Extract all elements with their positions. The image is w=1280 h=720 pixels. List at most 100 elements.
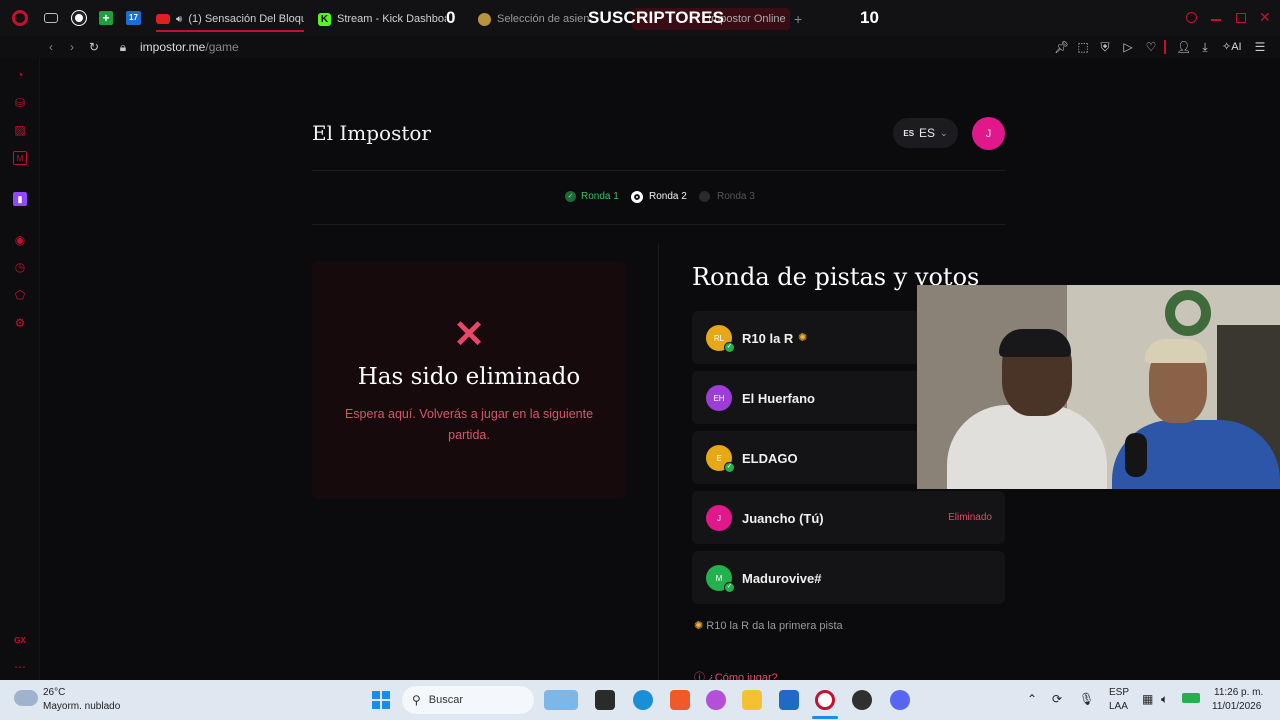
round-1-label: Ronda 1 [581, 191, 619, 202]
search-tabs-icon[interactable] [1186, 12, 1197, 23]
column-divider [658, 244, 659, 680]
language-selector[interactable]: ES ES ⌄ [893, 118, 958, 148]
player-name: Juancho (Tú) [742, 511, 824, 526]
obs-icon[interactable] [852, 690, 872, 710]
outlook-icon[interactable] [779, 690, 799, 710]
shield-icon[interactable]: ⛨ [1098, 40, 1112, 54]
taskbar-search[interactable]: ⚲ Buscar [402, 686, 534, 714]
tab-label: (1) Sensación Del Bloque [188, 13, 304, 25]
header-divider [312, 170, 1005, 171]
player-name: Madurovive# [742, 571, 822, 586]
microphone-icon[interactable]: 🎙︎ [1079, 692, 1094, 706]
edge-icon[interactable] [633, 690, 653, 710]
new-tab-button[interactable]: + [794, 11, 802, 27]
wifi-icon[interactable]: ▦ [1142, 692, 1153, 706]
eliminated-card: ✕ Has sido eliminado Espera aquí. Volver… [312, 262, 626, 498]
extensions-icon[interactable]: ⬠ [13, 288, 27, 302]
lang-line1[interactable]: ESP [1109, 687, 1129, 698]
tab-seats[interactable]: Selección de asientos [478, 8, 590, 30]
download-icon[interactable]: ⤓ [1198, 40, 1212, 54]
close-window-icon[interactable]: ✕ [1259, 9, 1271, 26]
menu-icon[interactable]: ☰ [1253, 40, 1267, 54]
tab-kick[interactable]: K Stream - Kick Dashboard [318, 8, 446, 30]
copilot-icon[interactable] [706, 690, 726, 710]
active-app-indicator [812, 716, 838, 719]
heart-icon[interactable]: ♡ [1144, 40, 1158, 54]
forward-icon[interactable]: › [65, 40, 79, 54]
task-view-icon[interactable] [595, 690, 615, 710]
first-clue-note: ✺ R10 la R da la primera pista [694, 619, 843, 632]
eliminated-x-icon: ✕ [453, 314, 485, 356]
file-explorer-icon[interactable] [742, 690, 762, 710]
user-avatar[interactable]: J [972, 117, 1005, 150]
verified-check-icon: ✓ [724, 342, 735, 353]
sun-icon: ✺ [694, 620, 704, 632]
webcam-person-left-body [947, 405, 1107, 489]
tab-label: Selección de asientos [497, 13, 590, 25]
ai-button[interactable]: ✧AI [1222, 40, 1242, 53]
twitch-icon[interactable]: ▮ [13, 192, 27, 206]
url-field[interactable]: impostor.me/game [140, 40, 239, 54]
lock-icon: 🔒︎ [119, 40, 127, 54]
tab-youtube[interactable]: 🔊︎ (1) Sensación Del Bloque [156, 8, 304, 30]
more-icon[interactable]: ⋯ [13, 660, 27, 674]
player-card-self[interactable]: J Juancho (Tú) Eliminado [692, 491, 1005, 544]
pinned-tab-plus-icon[interactable]: + [99, 11, 113, 25]
player-avatar: J [706, 505, 732, 531]
play-icon[interactable]: ▷ [1121, 40, 1135, 54]
game-controller-icon[interactable] [44, 13, 58, 23]
tray-app-icon[interactable]: ⟳ [1052, 692, 1062, 706]
pinned-tab-circle-icon[interactable] [72, 11, 86, 25]
reload-icon[interactable]: ↻ [87, 40, 101, 54]
browser-sidebar: ◔ ⛁ ▨ M ▮ ◉ ◷ ⬠ ⚙ GX ⋯ [0, 58, 40, 680]
battery-icon[interactable] [1182, 693, 1200, 703]
search-icon: ⚲ [412, 693, 421, 707]
search-placeholder: Buscar [428, 694, 464, 706]
player-icon[interactable]: ◉ [13, 233, 27, 247]
stepper-divider [312, 224, 1005, 225]
search-highlight-icon[interactable] [544, 690, 578, 710]
bag-icon[interactable]: ⛁ [13, 96, 27, 110]
eliminated-status-badge: Eliminado [948, 512, 992, 523]
browser-tab-bar: + 17 🔊︎ (1) Sensación Del Bloque K Strea… [0, 0, 1280, 36]
speed-dial-icon[interactable]: ◔ [13, 68, 27, 82]
webcam-person-left-cap [999, 329, 1071, 357]
pin-icon[interactable]: 📌︎ [1054, 40, 1069, 54]
round-3-pending-icon [699, 191, 710, 202]
minimize-icon[interactable] [1211, 19, 1221, 21]
opera-logo-icon[interactable] [12, 10, 28, 26]
eliminated-message: Espera aquí. Volverás a jugar en la sigu… [344, 407, 594, 442]
brave-icon[interactable] [670, 690, 690, 710]
speaker-icon[interactable]: 🔊︎ [176, 14, 182, 25]
toolbar-divider [1164, 40, 1166, 54]
mail-icon[interactable]: M [13, 151, 27, 165]
lang-line2[interactable]: LAA [1109, 701, 1128, 712]
settings-gear-icon[interactable]: ⚙ [13, 316, 27, 330]
pinned-tab-17-icon[interactable]: 17 [126, 11, 141, 25]
player-name: El Huerfano [742, 391, 815, 406]
volume-icon[interactable]: 🔈︎ [1161, 692, 1168, 707]
maximize-icon[interactable] [1236, 13, 1246, 23]
round-1-done-icon: ✓ [565, 191, 576, 202]
news-icon[interactable]: ▨ [13, 123, 27, 137]
windows-start-icon[interactable] [372, 691, 390, 709]
overlay-left-count: 0 [446, 8, 456, 27]
tab-label: Stream - Kick Dashboard [337, 13, 446, 25]
language-flag-icon: ES [903, 128, 915, 138]
ai-label: AI [1231, 41, 1242, 53]
overlay-right-count: 10 [860, 8, 879, 27]
tray-chevron-icon[interactable]: ⌃ [1027, 692, 1037, 706]
clock-date[interactable]: 11/01/2026 [1212, 701, 1261, 712]
discord-icon[interactable] [890, 690, 910, 710]
profile-icon[interactable]: 👤︎ [1176, 40, 1191, 54]
back-icon[interactable]: ‹ [44, 40, 58, 54]
clock-time[interactable]: 11:26 p. m. [1214, 687, 1263, 698]
opera-gx-taskbar-icon[interactable] [815, 690, 835, 710]
player-card[interactable]: M ✓ Madurovive# [692, 551, 1005, 604]
weather-temp[interactable]: 26°C [43, 687, 65, 698]
url-path: /game [205, 40, 239, 54]
webcam-microphone-icon [1125, 433, 1147, 477]
history-icon[interactable]: ◷ [13, 260, 27, 274]
snapshot-icon[interactable]: ⬚ [1076, 40, 1090, 54]
weather-desc[interactable]: Mayorm. nublado [43, 701, 120, 712]
